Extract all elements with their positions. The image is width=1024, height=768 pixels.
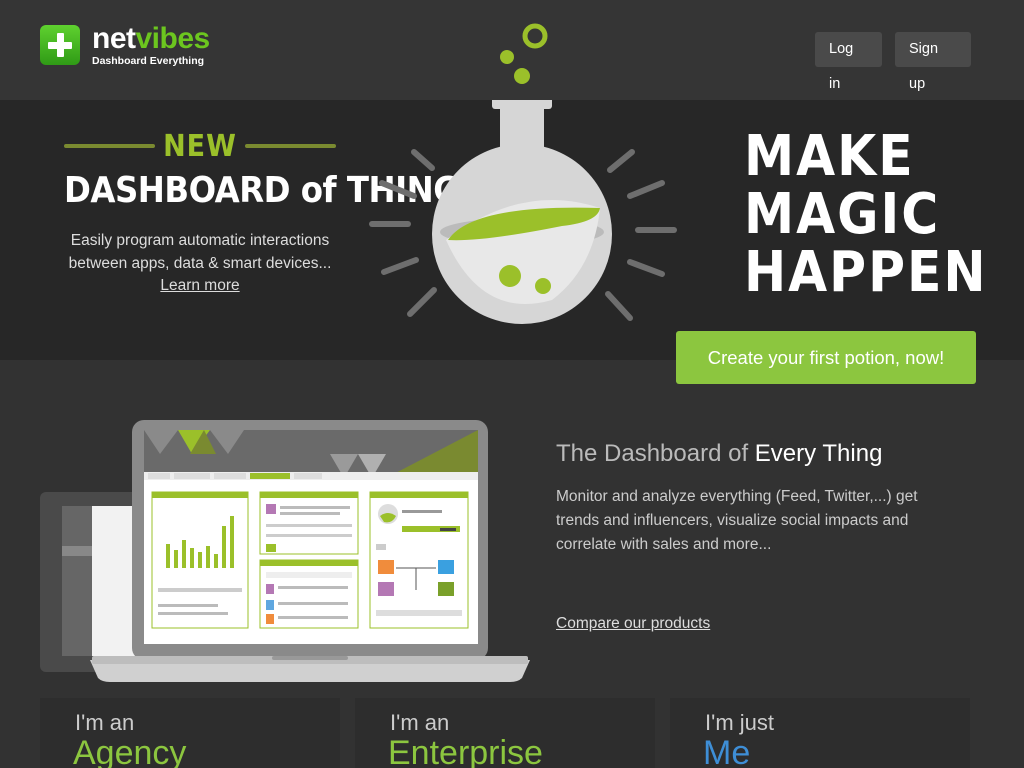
create-potion-button[interactable]: Create your first potion, now! (676, 331, 976, 384)
signup-button[interactable]: Sign up (895, 32, 971, 92)
netvibes-logo[interactable]: netvibes Dashboard Everything (40, 24, 210, 67)
learn-more-link[interactable]: Learn more (160, 277, 239, 295)
new-label: NEW (163, 128, 237, 164)
tagline-line-3: HAPPEN (744, 240, 988, 305)
make-magic-happen-tagline: MAKE MAGIC HAPPEN (744, 124, 988, 305)
dashboard-of-things-promo: NEW DASHBOARD of THINGS Easily program a… (64, 128, 483, 295)
agency-card[interactable]: I'm an Agency (40, 698, 340, 768)
logo-text: netvibes Dashboard Everything (92, 24, 210, 67)
card-title: Agency (73, 734, 187, 768)
compare-products-link[interactable]: Compare our products (556, 615, 710, 633)
tagline-line-1: MAKE (744, 124, 915, 189)
product-description: Monitor and analyze everything (Feed, Tw… (556, 488, 918, 553)
new-label-row: NEW (64, 128, 336, 164)
card-title: Me (703, 734, 751, 768)
card-title: Enterprise (388, 734, 543, 768)
decorative-stick-right (244, 144, 336, 148)
hero-banner: NEW DASHBOARD of THINGS Easily program a… (0, 100, 1024, 360)
card-prefix: I'm an (390, 710, 450, 735)
card-prefix: I'm an (75, 710, 135, 735)
logo-tagline: Dashboard Everything (92, 55, 205, 67)
card-prefix: I'm just (705, 710, 774, 735)
enterprise-card[interactable]: I'm an Enterprise (355, 698, 655, 768)
logo-name: netvibes (92, 24, 210, 54)
tagline-line-2: MAGIC (744, 182, 941, 247)
product-section-title: The Dashboard of Every Thing (556, 440, 882, 468)
bubble-icons (500, 23, 548, 84)
product-title-emphasis: Every Thing (754, 440, 883, 467)
decorative-stick-left (64, 144, 156, 148)
logo-name-net: net (92, 22, 136, 55)
laptop-dashboard-illustration (40, 420, 530, 682)
product-title-prefix: The Dashboard of (556, 440, 755, 467)
logo-name-vibes: vibes (135, 22, 211, 55)
dashboard-of-things-description: Easily program automatic interactions be… (68, 232, 332, 272)
plus-logo-icon (40, 25, 80, 66)
me-card[interactable]: I'm just Me (670, 698, 970, 768)
flask-icon (369, 100, 677, 324)
dashboard-of-things-title: DASHBOARD of THINGS (64, 170, 483, 211)
login-button[interactable]: Log in (815, 32, 882, 92)
